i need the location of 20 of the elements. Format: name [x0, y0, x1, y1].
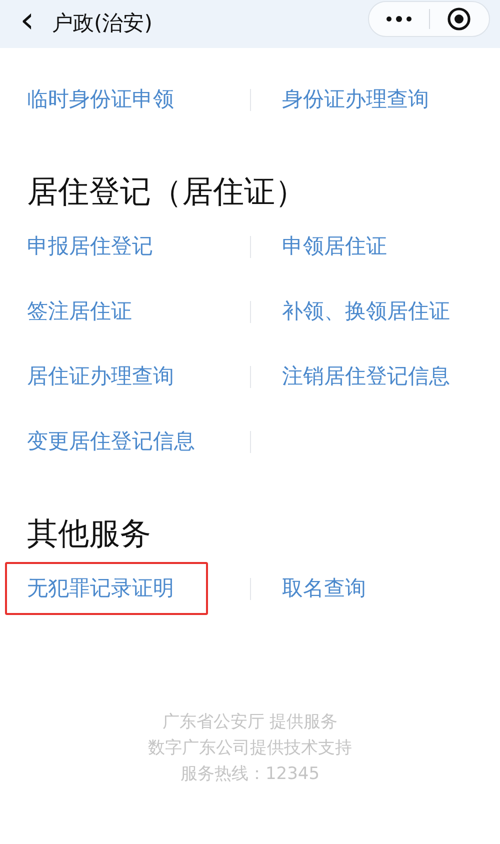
section-title: 其他服务	[26, 515, 152, 554]
service-link[interactable]: 临时身份证申领	[5, 73, 208, 126]
footer-text: 广东省公安厅 提供服务	[161, 711, 339, 734]
service-link[interactable]: 注销居住登记信息	[260, 350, 484, 403]
section-title: 居住登记（居住证）	[26, 173, 307, 212]
target-icon	[447, 7, 472, 31]
service-link[interactable]: 无犯罪记录证明	[5, 562, 208, 615]
footer-text: 数字广东公司提供技术支持	[147, 737, 353, 760]
service-link[interactable]: 取名查询	[260, 562, 400, 615]
page-title: 户政(治安)	[52, 10, 152, 38]
back-button[interactable]: ‹	[0, 3, 52, 45]
service-link[interactable]: 身份证办理查询	[260, 73, 463, 126]
service-link[interactable]: 补领、换领居住证	[260, 285, 484, 338]
footer-text: 服务热线：12345	[179, 763, 321, 786]
more-icon	[386, 16, 412, 22]
service-link[interactable]: 申领居住证	[260, 220, 421, 273]
service-link[interactable]: 签注居住证	[5, 285, 166, 338]
service-link[interactable]: 居住证办理查询	[5, 350, 208, 403]
service-link[interactable]: 申报居住登记	[5, 220, 187, 273]
service-link[interactable]: 变更居住登记信息	[5, 415, 229, 468]
